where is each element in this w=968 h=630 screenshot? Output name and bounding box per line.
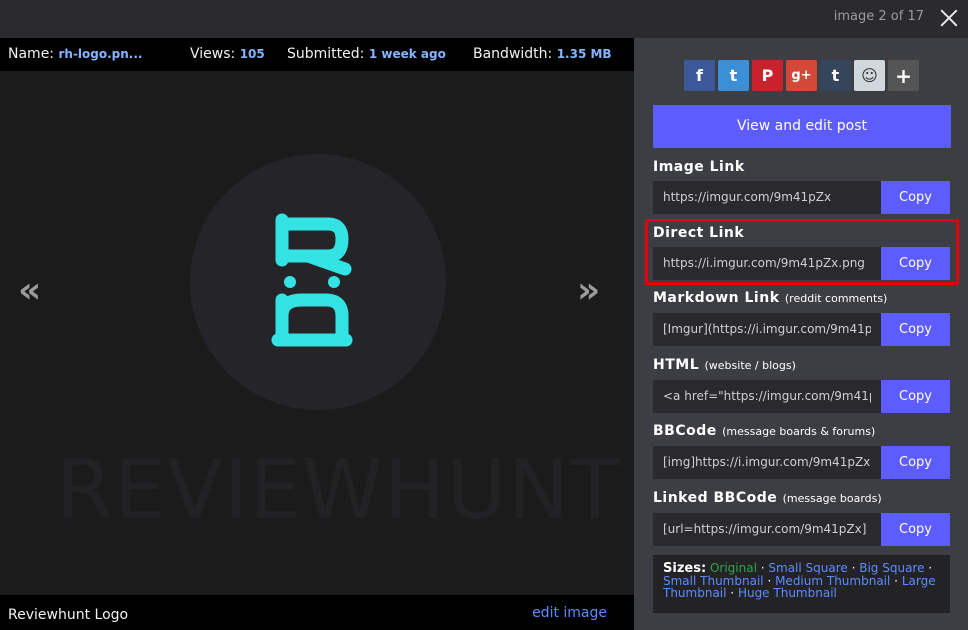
logo-image xyxy=(190,154,446,410)
meta-name: Name: rh-logo.pn... xyxy=(8,46,143,62)
reddit-icon[interactable]: ☺ xyxy=(854,60,885,91)
next-arrow-icon[interactable]: » xyxy=(577,270,600,311)
linked-bbcode-field[interactable]: [url=https://imgur.com/9m41pZx] Copy xyxy=(653,513,950,546)
pinterest-icon[interactable]: P xyxy=(752,60,783,91)
share-icons: f t P g+ t ☺ + xyxy=(684,60,919,91)
meta-views: Views: 105 xyxy=(190,46,265,62)
rh-logo-icon xyxy=(271,213,353,347)
close-icon[interactable] xyxy=(938,7,960,29)
html-input[interactable]: <a href="https://imgur.com/9m41pZx"> xyxy=(663,389,871,403)
markdown-link-copy-button[interactable]: Copy xyxy=(881,313,950,346)
edit-image-link[interactable]: edit image xyxy=(532,605,607,621)
bbcode-field[interactable]: [img]https://i.imgur.com/9m41pZx.png[/im… xyxy=(653,446,950,479)
html-field[interactable]: <a href="https://imgur.com/9m41pZx"> Cop… xyxy=(653,380,950,413)
size-small-square-link[interactable]: Small Square xyxy=(768,561,847,575)
twitter-icon[interactable]: t xyxy=(718,60,749,91)
caption-bar: Reviewhunt Logo edit image xyxy=(0,595,634,630)
bbcode-label: BBCode (message boards & forums) xyxy=(653,423,876,439)
image-link-input[interactable]: https://imgur.com/9m41pZx xyxy=(663,190,871,204)
markdown-link-field[interactable]: [Imgur](https://i.imgur.com/9m41pZx.png)… xyxy=(653,313,950,346)
image-link-copy-button[interactable]: Copy xyxy=(881,181,950,214)
sizes-box: Sizes: Original · Small Square · Big Squ… xyxy=(653,555,950,613)
image-meta-bar: Name: rh-logo.pn... Views: 105 Submitted… xyxy=(0,38,634,71)
facebook-icon[interactable]: f xyxy=(684,60,715,91)
tumblr-icon[interactable]: t xyxy=(820,60,851,91)
top-bar: image 2 of 17 xyxy=(0,0,968,38)
bbcode-input[interactable]: [img]https://i.imgur.com/9m41pZx.png[/im… xyxy=(663,455,871,469)
meta-submitted: Submitted: 1 week ago xyxy=(287,46,446,62)
bbcode-copy-button[interactable]: Copy xyxy=(881,446,950,479)
image-counter: image 2 of 17 xyxy=(833,9,924,24)
direct-link-highlight xyxy=(645,219,959,285)
size-original-link[interactable]: Original xyxy=(710,561,757,575)
size-big-square-link[interactable]: Big Square xyxy=(859,561,924,575)
image-link-label: Image Link xyxy=(653,159,745,175)
markdown-link-label: Markdown Link (reddit comments) xyxy=(653,290,888,306)
meta-bandwidth: Bandwidth: 1.35 MB xyxy=(473,46,612,62)
linked-bbcode-input[interactable]: [url=https://imgur.com/9m41pZx] xyxy=(663,522,871,536)
markdown-link-input[interactable]: [Imgur](https://i.imgur.com/9m41pZx.png) xyxy=(663,322,871,336)
googleplus-icon[interactable]: g+ xyxy=(786,60,817,91)
more-icon[interactable]: + xyxy=(888,60,919,91)
image-viewer: Name: rh-logo.pn... Views: 105 Submitted… xyxy=(0,38,634,630)
size-huge-thumbnail-link[interactable]: Huge Thumbnail xyxy=(738,586,837,600)
image-title: Reviewhunt Logo xyxy=(8,607,129,623)
html-copy-button[interactable]: Copy xyxy=(881,380,950,413)
logo-wordmark: REVIEWHUNT xyxy=(56,443,622,538)
html-label: HTML (website / blogs) xyxy=(653,357,796,373)
linked-bbcode-copy-button[interactable]: Copy xyxy=(881,513,950,546)
image-link-field[interactable]: https://imgur.com/9m41pZx Copy xyxy=(653,181,950,214)
share-panel: f t P g+ t ☺ + View and edit post Image … xyxy=(634,38,968,630)
linked-bbcode-label: Linked BBCode (message boards) xyxy=(653,490,882,506)
view-edit-post-button[interactable]: View and edit post xyxy=(653,105,951,148)
prev-arrow-icon[interactable]: « xyxy=(18,270,41,311)
